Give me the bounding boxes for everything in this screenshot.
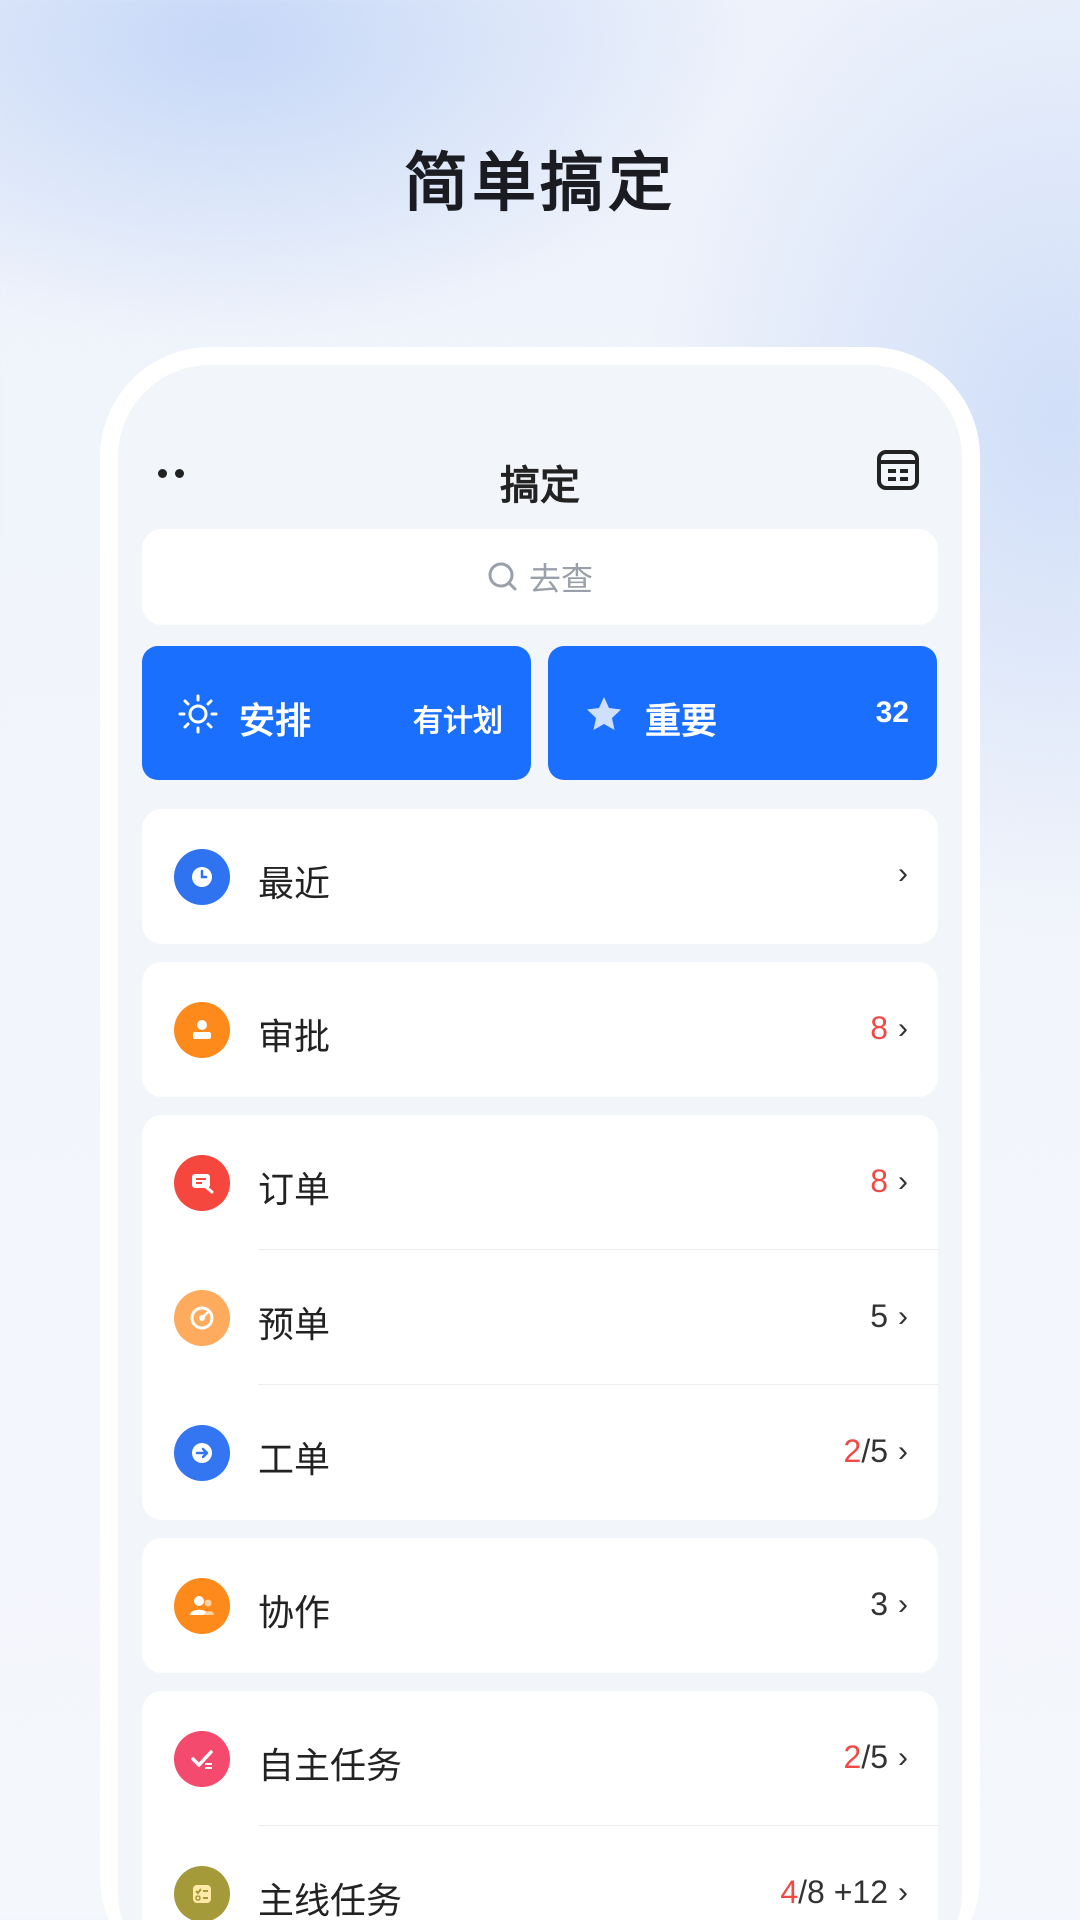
row-right: 2 /5 › bbox=[844, 1433, 908, 1470]
chevron-right-icon: › bbox=[898, 1587, 908, 1621]
row-right: 3 › bbox=[870, 1586, 908, 1623]
schedule-value: 有计划 bbox=[413, 705, 503, 738]
team-icon bbox=[174, 1578, 230, 1634]
schedule-button[interactable]: 安排 有计划 bbox=[142, 646, 531, 780]
list-item-label: 主线任务 bbox=[258, 1880, 403, 1920]
list-item-label: 审批 bbox=[258, 1016, 331, 1057]
list-item-recent[interactable]: 最近 › bbox=[142, 809, 938, 944]
count: /5 bbox=[861, 1739, 888, 1775]
row-right: › bbox=[888, 857, 908, 891]
card-collaboration: 协作 3 › bbox=[142, 1538, 938, 1673]
important-label: 重要 bbox=[645, 700, 718, 741]
important-button[interactable]: 重要 32 bbox=[548, 646, 937, 780]
card-orders: 订单 8 › 预单 5 › 工单 2 /5 › bbox=[142, 1115, 938, 1520]
stamp-icon bbox=[174, 1002, 230, 1058]
list-item-approval[interactable]: 审批 8 › bbox=[142, 962, 938, 1097]
list-item-workorder[interactable]: 工单 2 /5 › bbox=[142, 1385, 938, 1520]
order-icon bbox=[174, 1155, 230, 1211]
card-approval: 审批 8 › bbox=[142, 962, 938, 1097]
list-item-collaboration[interactable]: 协作 3 › bbox=[142, 1538, 938, 1673]
count-highlight: 8 bbox=[870, 1163, 888, 1199]
chevron-right-icon: › bbox=[898, 1875, 908, 1909]
list-item-label: 协作 bbox=[258, 1592, 331, 1633]
row-right: 5 › bbox=[870, 1298, 908, 1335]
chevron-right-icon: › bbox=[898, 1740, 908, 1774]
navbar: 搞定 bbox=[118, 425, 962, 525]
count-highlight: 4 bbox=[780, 1874, 799, 1910]
nav-title: 搞定 bbox=[500, 464, 580, 508]
calendar-icon[interactable] bbox=[876, 449, 920, 491]
count: 3 bbox=[870, 1586, 888, 1622]
row-right: 8 › bbox=[870, 1010, 908, 1047]
row-right: 2 /5 › bbox=[844, 1739, 908, 1776]
list-item-label: 预单 bbox=[258, 1304, 331, 1345]
card-recent: 最近 › bbox=[142, 809, 938, 944]
task-list-icon bbox=[174, 1866, 230, 1920]
list-item-order[interactable]: 订单 8 › bbox=[142, 1115, 938, 1250]
count: /8 +12 bbox=[798, 1874, 888, 1910]
count-highlight: 2 bbox=[843, 1739, 862, 1775]
count: /5 bbox=[861, 1433, 888, 1469]
chevron-right-icon: › bbox=[898, 1434, 908, 1468]
chevron-right-icon: › bbox=[898, 1011, 908, 1045]
clock-icon bbox=[174, 849, 230, 905]
row-right: 8 › bbox=[870, 1163, 908, 1200]
list-item-main-task[interactable]: 主线任务 4 /8 +12 › bbox=[142, 1826, 938, 1920]
list-item-label: 最近 bbox=[258, 863, 331, 904]
target-icon bbox=[174, 1290, 230, 1346]
list-item-preorder[interactable]: 预单 5 › bbox=[142, 1250, 938, 1385]
hero-title: 简单搞定 bbox=[404, 147, 676, 219]
count-highlight: 8 bbox=[870, 1010, 888, 1046]
phone-screen: 搞定 去查 安排 有计划 重要 32 最近 › 审批 8 › 订单 8 › 预单… bbox=[118, 365, 962, 1920]
list-item-label: 订单 bbox=[258, 1169, 331, 1210]
important-count: 32 bbox=[875, 696, 909, 729]
count: 5 bbox=[870, 1298, 888, 1334]
chevron-right-icon: › bbox=[898, 1299, 908, 1333]
list-item-self-task[interactable]: 自主任务 2 /5 › bbox=[142, 1691, 938, 1826]
star-icon bbox=[587, 697, 621, 730]
sun-icon bbox=[178, 694, 218, 734]
count-highlight: 2 bbox=[843, 1433, 862, 1469]
chevron-right-icon: › bbox=[898, 1164, 908, 1198]
list-item-label: 工单 bbox=[258, 1439, 331, 1480]
search-icon bbox=[488, 562, 517, 591]
card-tasks: 自主任务 2 /5 › 主线任务 4 /8 +12 › bbox=[142, 1691, 938, 1920]
list-item-label: 自主任务 bbox=[258, 1745, 403, 1786]
arrow-right-circle-icon bbox=[174, 1425, 230, 1481]
search-input[interactable]: 去查 bbox=[142, 529, 938, 625]
search-placeholder: 去查 bbox=[528, 561, 593, 597]
check-list-icon bbox=[174, 1731, 230, 1787]
chevron-right-icon: › bbox=[898, 857, 908, 890]
row-right: 4 /8 +12 › bbox=[780, 1874, 908, 1911]
schedule-label: 安排 bbox=[239, 700, 312, 741]
